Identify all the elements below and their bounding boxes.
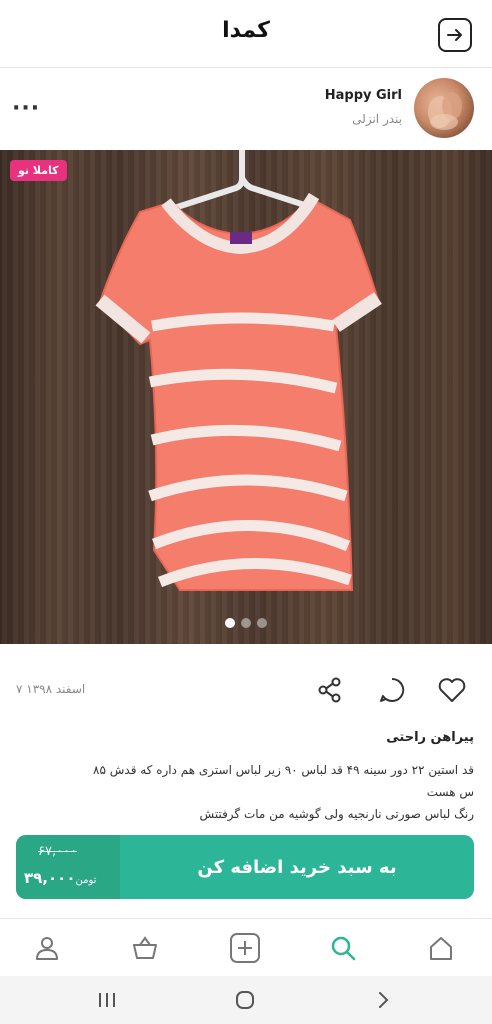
arrow-right-icon [447, 29, 462, 41]
photo-pagination[interactable] [0, 618, 492, 628]
product-description: پیراهن راحتی قد استین ۲۲ دور سینه ۴۹ قد … [0, 730, 492, 825]
home-icon [430, 937, 452, 960]
dress-image [95, 150, 382, 591]
condition-badge: کاملا نو [10, 160, 67, 181]
search-icon [331, 936, 356, 961]
add-to-cart-bar: ۶۷,۰۰۰ ۳۹,۰۰۰تومن به سبد خرید اضافه کن [16, 835, 474, 899]
seller-row[interactable]: Happy Girl بندر انزلی ··· [0, 68, 492, 150]
new-price-value: ۳۹,۰۰۰ [24, 869, 76, 887]
nav-home[interactable] [424, 931, 458, 965]
bottom-navigation [0, 918, 492, 976]
app-header: کمدا [0, 0, 492, 68]
more-options-button[interactable]: ··· [12, 96, 40, 121]
description-line: قد استین ۲۲ دور سینه ۴۹ قد لباس ۹۰ زیر ل… [93, 763, 474, 777]
home-system-button[interactable] [230, 988, 260, 1012]
app-title: کمدا [222, 18, 270, 43]
heart-icon [438, 678, 466, 702]
product-photo[interactable]: کاملا نو [0, 150, 492, 644]
plus-box-icon [230, 933, 260, 963]
old-price: ۶۷,۰۰۰ [38, 844, 78, 859]
description-line: رنگ لباس صورتی نارنجیه ولی گوشیه من مات … [199, 807, 474, 821]
avatar[interactable] [414, 78, 474, 138]
comment-icon [380, 677, 405, 702]
currency-label: تومن [75, 875, 97, 886]
description-line: س هست [426, 785, 474, 799]
pagination-dot[interactable] [241, 618, 251, 628]
new-price: ۳۹,۰۰۰تومن [24, 869, 96, 887]
recent-apps-button[interactable] [92, 988, 122, 1012]
nav-basket[interactable] [128, 931, 162, 965]
comment-button[interactable] [376, 674, 408, 706]
like-button[interactable] [436, 674, 468, 706]
post-actions: ۷ اسفند ۱۳۹۸ [0, 664, 492, 716]
seller-city: بندر انزلی [352, 112, 402, 126]
pagination-dot[interactable] [225, 618, 235, 628]
share-icon [318, 677, 341, 703]
system-back-button[interactable] [368, 988, 398, 1012]
add-to-cart-button[interactable]: به سبد خرید اضافه کن [120, 835, 474, 899]
user-icon [36, 937, 58, 960]
product-title: پیراهن راحتی [386, 730, 474, 745]
nav-search[interactable] [326, 931, 360, 965]
seller-name[interactable]: Happy Girl [325, 88, 402, 103]
back-button[interactable] [438, 18, 472, 52]
basket-icon [133, 936, 157, 959]
share-button[interactable] [314, 674, 346, 706]
system-navigation-bar [0, 976, 492, 1024]
pagination-dot[interactable] [257, 618, 267, 628]
chevron-right-icon [379, 992, 389, 1008]
circle-home-icon [236, 991, 254, 1009]
price-box: ۶۷,۰۰۰ ۳۹,۰۰۰تومن [16, 835, 120, 899]
nav-add-post[interactable] [228, 931, 262, 965]
post-date: ۷ اسفند ۱۳۹۸ [16, 682, 86, 696]
nav-profile[interactable] [30, 931, 64, 965]
recent-apps-icon [99, 993, 115, 1007]
